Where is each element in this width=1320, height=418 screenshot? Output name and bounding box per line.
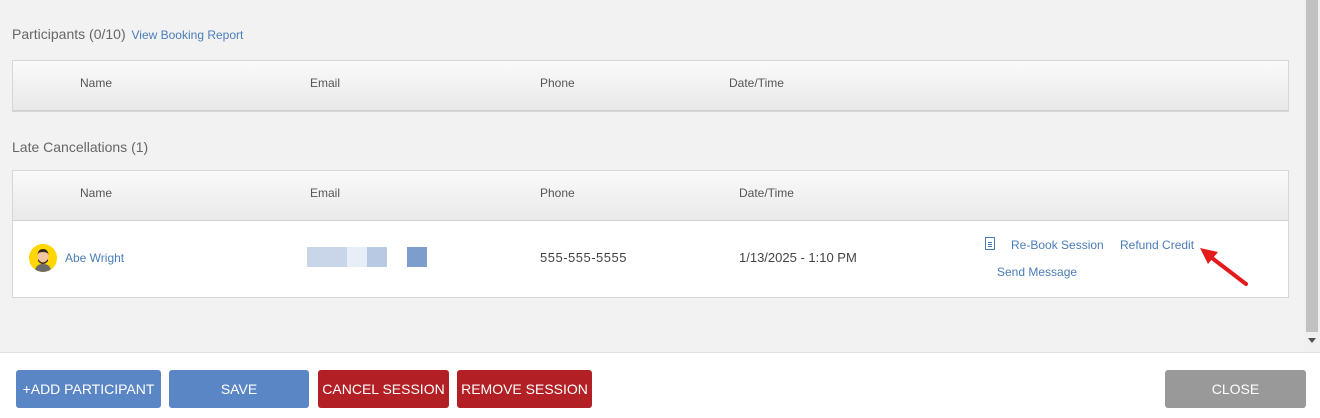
- column-datetime: Date/Time: [729, 76, 784, 90]
- column-phone: Phone: [540, 186, 575, 200]
- column-email: Email: [310, 186, 341, 200]
- participant-phone: 555-555-5555: [540, 250, 627, 265]
- column-name: Name: [80, 186, 113, 200]
- table-row: Abe Wright 555-555-5555 1/13/2025 - 1:10…: [13, 221, 1288, 297]
- scrollbar-thumb[interactable]: [1306, 0, 1318, 332]
- send-message-link[interactable]: Send Message: [997, 265, 1077, 279]
- participants-table-header: Name Email Phone Date/Time: [13, 61, 1288, 111]
- late-cancellations-table: Name Email Phone Date/Time Abe Wright 55…: [12, 170, 1289, 298]
- participants-title: Participants (0/10): [12, 26, 126, 42]
- action-footer: +ADD PARTICIPANT SAVE CANCEL SESSION REM…: [0, 352, 1320, 418]
- column-email: Email: [310, 76, 341, 90]
- vertical-scrollbar[interactable]: [1304, 0, 1320, 352]
- late-cancellations-heading: Late Cancellations (1): [12, 139, 149, 155]
- participants-table: Name Email Phone Date/Time: [12, 60, 1289, 112]
- late-cancellations-table-header: Name Email Phone Date/Time: [13, 171, 1288, 221]
- arrow-annotation-icon: [1200, 248, 1248, 286]
- cancel-session-button[interactable]: CANCEL SESSION: [318, 370, 449, 408]
- save-button[interactable]: SAVE: [169, 370, 309, 408]
- avatar-icon[interactable]: [29, 244, 57, 272]
- column-datetime: Date/Time: [739, 186, 794, 200]
- refund-credit-link[interactable]: Refund Credit: [1120, 238, 1194, 252]
- participant-name-link[interactable]: Abe Wright: [65, 251, 124, 265]
- participants-heading: Participants (0/10) View Booking Report: [12, 26, 243, 42]
- add-participant-button[interactable]: +ADD PARTICIPANT: [16, 370, 161, 408]
- document-icon: [985, 237, 995, 250]
- scroll-down-icon[interactable]: [1308, 338, 1316, 343]
- column-phone: Phone: [540, 76, 575, 90]
- view-booking-report-link[interactable]: View Booking Report: [132, 28, 244, 42]
- rebook-session-link[interactable]: Re-Book Session: [1011, 238, 1104, 252]
- remove-session-button[interactable]: REMOVE SESSION: [457, 370, 592, 408]
- session-detail-content: Participants (0/10) View Booking Report …: [0, 0, 1304, 352]
- participant-datetime: 1/13/2025 - 1:10 PM: [739, 250, 857, 265]
- close-button[interactable]: CLOSE: [1165, 370, 1306, 408]
- column-name: Name: [80, 76, 113, 90]
